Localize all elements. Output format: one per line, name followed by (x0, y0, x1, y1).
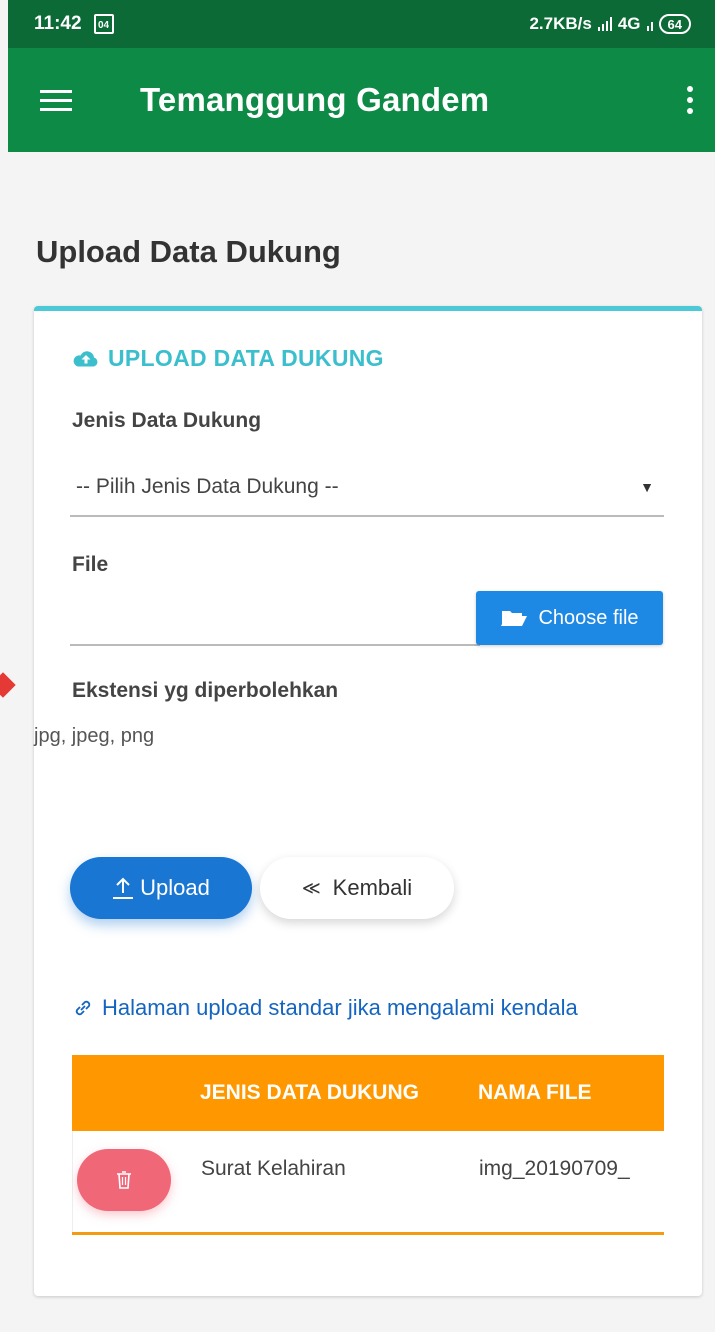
link-icon (75, 1000, 91, 1016)
network-speed: 2.7KB/s (529, 14, 592, 33)
signal-icon-2 (646, 17, 653, 31)
app-title: Temanggung Gandem (140, 81, 490, 118)
file-input[interactable] (70, 644, 480, 646)
table-row: Surat Kelahiran img_20190709_ (72, 1131, 664, 1232)
trash-icon (117, 1171, 131, 1189)
page-title: Upload Data Dukung (36, 234, 341, 269)
file-label: File (72, 553, 109, 576)
network-type: 4G (617, 14, 641, 33)
column-header-jenis: JENIS DATA DUKUNG (200, 1081, 419, 1104)
jenis-label: Jenis Data Dukung (72, 409, 262, 432)
dropdown-caret-icon: ▼ (640, 479, 654, 495)
more-options-icon[interactable] (687, 86, 693, 114)
page-edge-marker (0, 672, 16, 698)
ext-values: jpg, jpeg, png (34, 725, 155, 747)
signal-icon (597, 17, 612, 31)
card-header-label: UPLOAD DATA DUKUNG (108, 345, 384, 371)
double-chevron-left-icon: ≪ (301, 877, 321, 898)
column-header-nama-file: NAMA FILE (478, 1081, 592, 1104)
data-table: JENIS DATA DUKUNG NAMA FILE Surat Kelahi… (72, 1055, 664, 1235)
cloud-upload-icon (73, 350, 98, 366)
back-label: Kembali (332, 875, 413, 900)
status-bar: 11:42 04 2.7KB/s 4G 64 (8, 0, 715, 48)
delete-button[interactable] (77, 1149, 171, 1211)
upload-card: UPLOAD DATA DUKUNG Jenis Data Dukung -- … (34, 306, 702, 1296)
choose-file-label: Choose file (538, 606, 639, 629)
app-bar: Temanggung Gandem (8, 48, 715, 152)
fallback-upload-link[interactable]: Halaman upload standar jika mengalami ke… (72, 995, 578, 1021)
jenis-select[interactable]: -- Pilih Jenis Data Dukung -- ▼ (70, 459, 664, 517)
status-time: 11:42 (34, 13, 82, 34)
back-button[interactable]: ≪ Kembali (260, 857, 454, 919)
folder-open-icon (501, 611, 528, 626)
choose-file-button[interactable]: Choose file (476, 591, 663, 645)
upload-icon (113, 877, 134, 899)
ext-label: Ekstensi yg diperbolehkan (72, 679, 339, 702)
fallback-link-label: Halaman upload standar jika mengalami ke… (102, 995, 578, 1020)
cell-jenis: Surat Kelahiran (201, 1157, 346, 1180)
table-header: JENIS DATA DUKUNG NAMA FILE (72, 1055, 664, 1131)
battery-icon: 64 (658, 14, 691, 34)
card-header: UPLOAD DATA DUKUNG (72, 345, 384, 372)
calendar-icon: 04 (93, 14, 114, 34)
jenis-select-value: -- Pilih Jenis Data Dukung -- (76, 475, 339, 498)
upload-button[interactable]: Upload (70, 857, 252, 919)
menu-icon[interactable] (40, 89, 76, 111)
upload-label: Upload (140, 875, 210, 900)
cell-nama-file: img_20190709_ (479, 1157, 630, 1180)
